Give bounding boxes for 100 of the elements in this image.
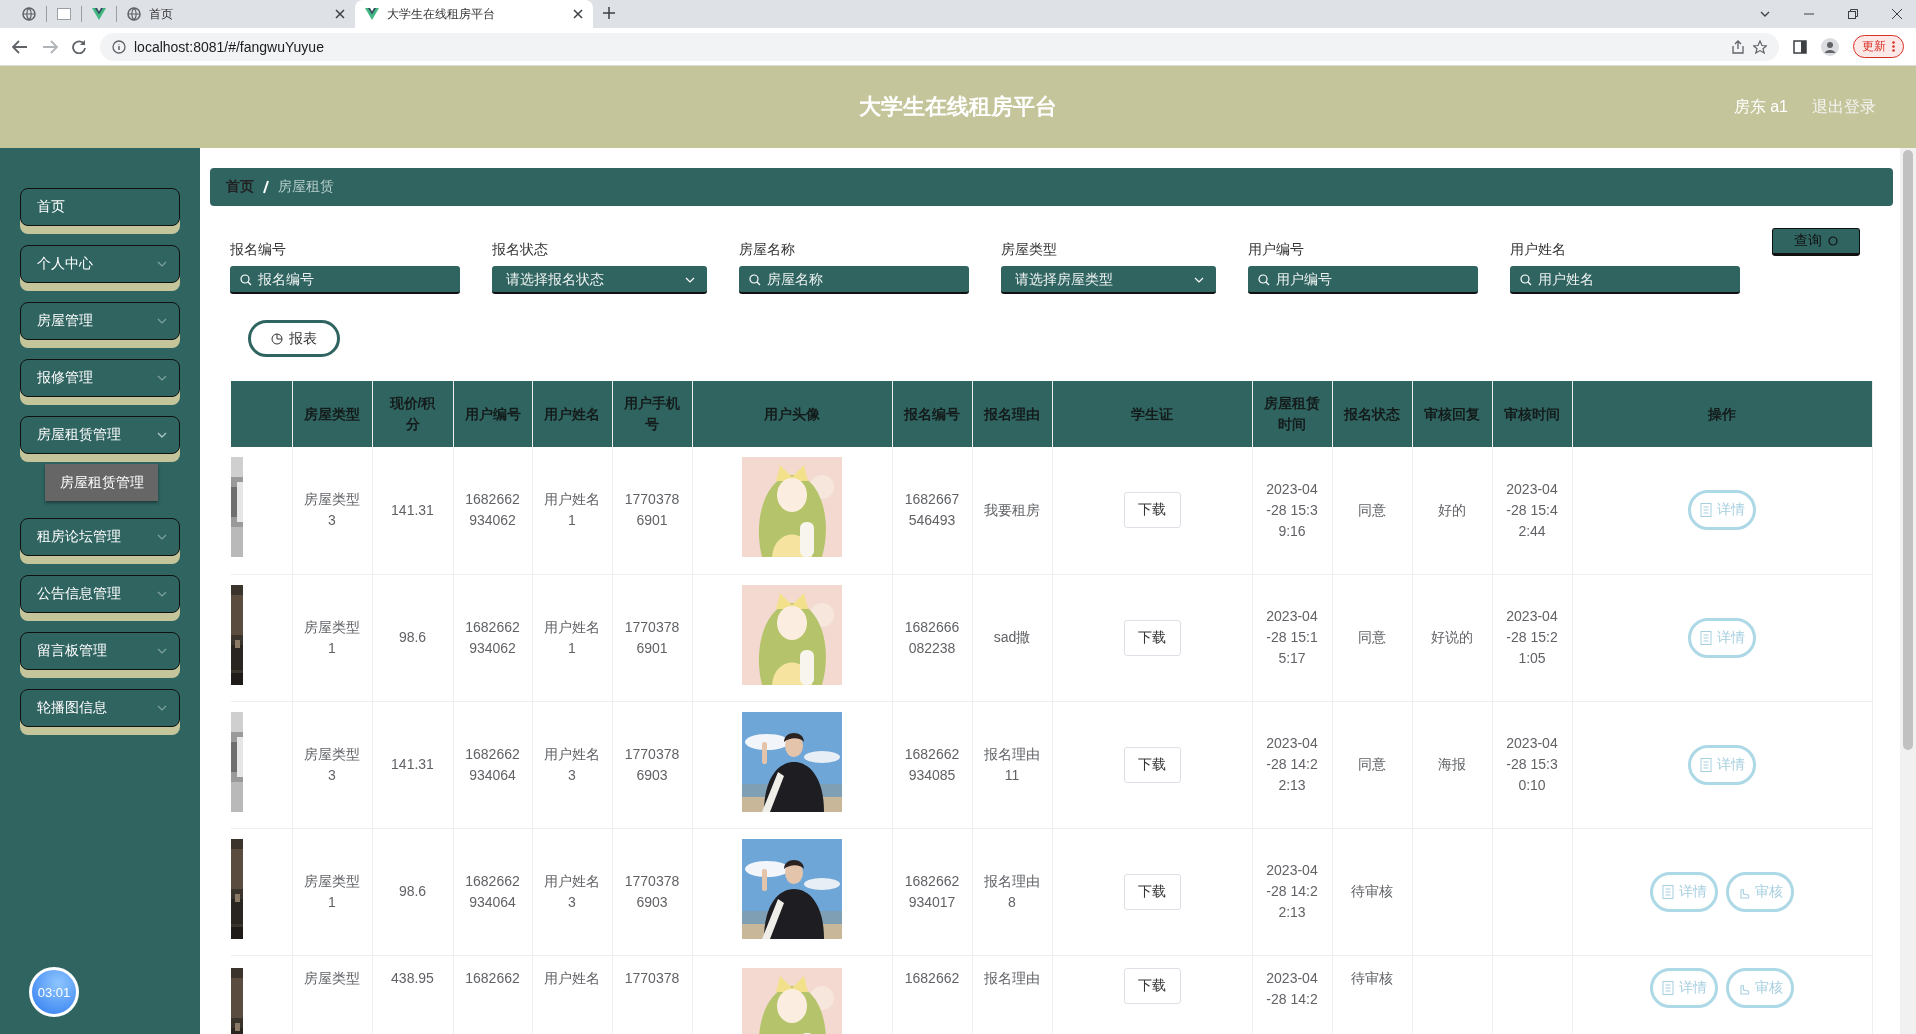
profile-icon[interactable]: [1821, 37, 1839, 56]
table-cell: 1682662: [892, 955, 972, 1034]
side-panel-icon[interactable]: [1793, 39, 1807, 54]
table-cell: 2023-04-28 14:22:13: [1252, 828, 1332, 955]
table-cell: 房屋类型3: [292, 447, 372, 574]
scrollbar[interactable]: [1900, 150, 1916, 750]
table-cell: 报名理由: [972, 955, 1052, 1034]
star-icon[interactable]: [1753, 39, 1767, 54]
table-cell: 17703786901: [612, 574, 692, 701]
table-cell: 17703786903: [612, 828, 692, 955]
column-header: 现价/积分: [372, 381, 453, 447]
close-icon[interactable]: [573, 9, 583, 19]
column-header: 房屋类型: [292, 381, 372, 447]
share-icon[interactable]: [1731, 39, 1745, 54]
table-cell: 房屋类型1: [292, 828, 372, 955]
user-name: 房东 a1: [1733, 96, 1788, 117]
chevron-icon: [157, 705, 167, 711]
restore-icon[interactable]: [1848, 9, 1858, 19]
search-field[interactable]: 用户编号: [1248, 266, 1478, 294]
document-icon: [1661, 884, 1674, 899]
v-logo-icon[interactable]: [92, 8, 106, 20]
download-button[interactable]: 下载: [1123, 873, 1181, 910]
info-icon: [112, 39, 126, 54]
update-button[interactable]: 更新: [1853, 35, 1904, 58]
table-cell: 2023-04-28 14:22:13: [1252, 701, 1332, 828]
reload-icon[interactable]: [72, 39, 86, 54]
table-cell: 好说的: [1412, 574, 1492, 701]
site-title: 大学生在线租房平台: [859, 93, 1057, 121]
download-button[interactable]: 下载: [1123, 967, 1181, 1004]
field-label: 报名编号: [230, 240, 287, 258]
table-cell: 同意: [1332, 574, 1412, 701]
table-cell: 1682662934062: [453, 574, 532, 701]
table-cell: 海报: [1412, 701, 1492, 828]
table-cell: 1682662934064: [453, 701, 532, 828]
table-cell: 141.31: [372, 447, 453, 574]
table-cell: 1682662934064: [453, 828, 532, 955]
table-cell: 17703786901: [612, 447, 692, 574]
field-label: 用户姓名: [1510, 240, 1567, 258]
download-button[interactable]: 下载: [1123, 746, 1181, 783]
chevron-icon: [157, 375, 167, 381]
search-field[interactable]: 房屋名称: [739, 266, 969, 294]
close-icon[interactable]: [335, 9, 345, 19]
table-cell: 1682662934062: [453, 447, 532, 574]
table-cell: 同意: [1332, 701, 1412, 828]
chevron-down-icon[interactable]: [1760, 11, 1770, 17]
browser-tab[interactable]: 首页: [117, 0, 355, 28]
field-label: 用户编号: [1248, 240, 1305, 258]
column-header: 学生证: [1052, 381, 1252, 447]
table-cell: 同意: [1332, 447, 1412, 574]
table-cell: 用户姓名1: [532, 447, 612, 574]
table-cell: 1682662: [453, 955, 532, 1034]
kebab-icon: [1892, 41, 1895, 52]
table-cell: 98.6: [372, 574, 453, 701]
table-cell: 17703786903: [612, 701, 692, 828]
page-icon[interactable]: [57, 8, 71, 20]
download-button[interactable]: 下载: [1123, 492, 1181, 529]
table-cell: 2023-04-28 15:15:17: [1252, 574, 1332, 701]
table-cell: 98.6: [372, 828, 453, 955]
chevron-icon: [157, 432, 167, 438]
field-label: 房屋类型: [1001, 240, 1058, 258]
close-icon[interactable]: [1892, 9, 1902, 19]
column-header: 用户头像: [692, 381, 892, 447]
field-label: 报名状态: [492, 240, 549, 258]
circle-icon: [1828, 236, 1838, 246]
table-cell: 2023-04-28 15:21:05: [1492, 574, 1572, 701]
chevron-icon: [157, 261, 167, 267]
column-header: 审核回复: [1412, 381, 1492, 447]
column-header: 房屋租赁时间: [1252, 381, 1332, 447]
separator-icon: [263, 180, 269, 194]
plus-icon[interactable]: [603, 6, 615, 19]
column-header: 操作: [1572, 381, 1872, 447]
chevron-icon: [157, 318, 167, 324]
globe-icon[interactable]: [22, 7, 36, 21]
report-button[interactable]: 报表: [248, 320, 340, 357]
table-cell: 1682667546493: [892, 447, 972, 574]
select-field[interactable]: 请选择报名状态: [492, 266, 707, 294]
search-field[interactable]: 报名编号: [230, 266, 460, 294]
table-cell: 2023-04-28 15:30:10: [1492, 701, 1572, 828]
back-icon[interactable]: [12, 39, 28, 54]
select-field[interactable]: 请选择房屋类型: [1001, 266, 1216, 294]
table-cell: 房屋类型1: [292, 574, 372, 701]
table-cell: 报名理由8: [972, 828, 1052, 955]
table-cell: 1682666082238: [892, 574, 972, 701]
globe-icon: [127, 7, 141, 21]
chevron-icon: [157, 534, 167, 540]
table-cell: 2023-04-28 14:2: [1252, 955, 1332, 1034]
field-label: 房屋名称: [739, 240, 796, 258]
submenu-item[interactable]: 房屋租赁管理: [45, 464, 158, 501]
document-icon: [1661, 980, 1674, 995]
breadcrumb-item: 房屋租赁: [278, 178, 334, 196]
search-icon: [1520, 274, 1532, 286]
v-logo-icon: [365, 8, 379, 20]
address-bar[interactable]: localhost:8081/#/fangwuYuyue: [100, 32, 1779, 61]
download-button[interactable]: 下载: [1123, 619, 1181, 656]
column-header: 用户姓名: [532, 381, 612, 447]
search-field[interactable]: 用户姓名: [1510, 266, 1740, 294]
search-icon: [1258, 274, 1270, 286]
browser-tab[interactable]: 大学生在线租房平台: [355, 0, 593, 28]
column-header: 报名编号: [892, 381, 972, 447]
chevron-icon: [157, 648, 167, 654]
